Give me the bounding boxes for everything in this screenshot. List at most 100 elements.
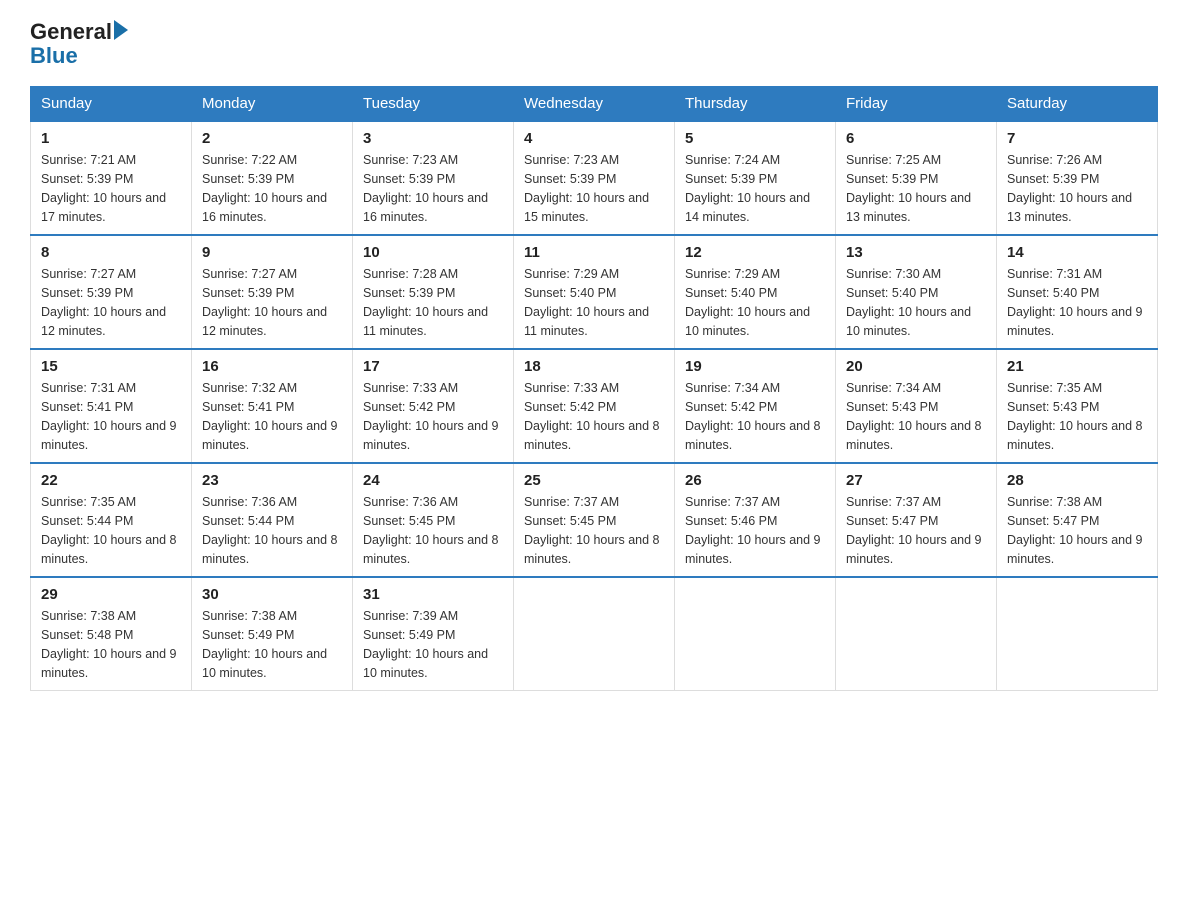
table-row: 6Sunrise: 7:25 AMSunset: 5:39 PMDaylight…: [836, 121, 997, 235]
col-wednesday: Wednesday: [514, 87, 675, 122]
table-row: 13 Sunrise: 7:30 AMSunset: 5:40 PMDayligh…: [836, 235, 997, 349]
table-row: 8 Sunrise: 7:27 AMSunset: 5:39 PMDaylight…: [31, 235, 192, 349]
day-info: Sunrise: 7:27 AMSunset: 5:39 PMDaylight:…: [41, 265, 181, 340]
day-info: Sunrise: 7:28 AMSunset: 5:39 PMDaylight:…: [363, 265, 503, 340]
day-number: 3: [363, 130, 503, 147]
table-row: 22Sunrise: 7:35 AMSunset: 5:44 PMDayligh…: [31, 463, 192, 577]
day-info: Sunrise: 7:36 AMSunset: 5:45 PMDaylight:…: [363, 493, 503, 568]
table-row: 15 Sunrise: 7:31 AMSunset: 5:41 PMDayligh…: [31, 349, 192, 463]
day-info: Sunrise: 7:38 AMSunset: 5:48 PMDaylight:…: [41, 607, 181, 682]
table-row: 20 Sunrise: 7:34 AMSunset: 5:43 PMDayligh…: [836, 349, 997, 463]
table-row: 4Sunrise: 7:23 AMSunset: 5:39 PMDaylight…: [514, 121, 675, 235]
col-thursday: Thursday: [675, 87, 836, 122]
col-monday: Monday: [192, 87, 353, 122]
day-number: 2: [202, 130, 342, 147]
day-number: 5: [685, 130, 825, 147]
day-number: 24: [363, 472, 503, 489]
logo-triangle-icon: [114, 20, 128, 40]
calendar-week-row: 8 Sunrise: 7:27 AMSunset: 5:39 PMDaylight…: [31, 235, 1158, 349]
day-info: Sunrise: 7:37 AMSunset: 5:46 PMDaylight:…: [685, 493, 825, 568]
day-info: Sunrise: 7:36 AMSunset: 5:44 PMDaylight:…: [202, 493, 342, 568]
table-row: 27 Sunrise: 7:37 AMSunset: 5:47 PMDayligh…: [836, 463, 997, 577]
col-sunday: Sunday: [31, 87, 192, 122]
table-row: 9 Sunrise: 7:27 AMSunset: 5:39 PMDaylight…: [192, 235, 353, 349]
day-info: Sunrise: 7:37 AMSunset: 5:47 PMDaylight:…: [846, 493, 986, 568]
table-row: 5 Sunrise: 7:24 AMSunset: 5:39 PMDaylight…: [675, 121, 836, 235]
day-number: 20: [846, 358, 986, 375]
day-info: Sunrise: 7:21 AMSunset: 5:39 PMDaylight:…: [41, 151, 181, 226]
day-number: 12: [685, 244, 825, 261]
day-number: 18: [524, 358, 664, 375]
calendar-header-row: Sunday Monday Tuesday Wednesday Thursday…: [31, 87, 1158, 122]
table-row: 24 Sunrise: 7:36 AMSunset: 5:45 PMDayligh…: [353, 463, 514, 577]
table-row: 19Sunrise: 7:34 AMSunset: 5:42 PMDayligh…: [675, 349, 836, 463]
day-number: 11: [524, 244, 664, 261]
table-row: 14 Sunrise: 7:31 AMSunset: 5:40 PMDayligh…: [997, 235, 1158, 349]
day-info: Sunrise: 7:30 AMSunset: 5:40 PMDaylight:…: [846, 265, 986, 340]
table-row: 11 Sunrise: 7:29 AMSunset: 5:40 PMDayligh…: [514, 235, 675, 349]
logo-general-text: General: [30, 20, 112, 44]
col-tuesday: Tuesday: [353, 87, 514, 122]
day-number: 10: [363, 244, 503, 261]
day-info: Sunrise: 7:33 AMSunset: 5:42 PMDaylight:…: [524, 379, 664, 454]
day-number: 26: [685, 472, 825, 489]
table-row: 12 Sunrise: 7:29 AMSunset: 5:40 PMDayligh…: [675, 235, 836, 349]
day-info: Sunrise: 7:37 AMSunset: 5:45 PMDaylight:…: [524, 493, 664, 568]
calendar-week-row: 22Sunrise: 7:35 AMSunset: 5:44 PMDayligh…: [31, 463, 1158, 577]
day-number: 21: [1007, 358, 1147, 375]
day-info: Sunrise: 7:31 AMSunset: 5:41 PMDaylight:…: [41, 379, 181, 454]
day-info: Sunrise: 7:35 AMSunset: 5:43 PMDaylight:…: [1007, 379, 1147, 454]
day-number: 15: [41, 358, 181, 375]
calendar-week-row: 1 Sunrise: 7:21 AMSunset: 5:39 PMDaylight…: [31, 121, 1158, 235]
day-number: 16: [202, 358, 342, 375]
day-number: 14: [1007, 244, 1147, 261]
day-info: Sunrise: 7:34 AMSunset: 5:43 PMDaylight:…: [846, 379, 986, 454]
table-row: [514, 577, 675, 691]
table-row: 17 Sunrise: 7:33 AMSunset: 5:42 PMDayligh…: [353, 349, 514, 463]
logo: General Blue: [30, 20, 128, 68]
logo-blue-text: Blue: [30, 43, 78, 68]
day-number: 23: [202, 472, 342, 489]
day-info: Sunrise: 7:33 AMSunset: 5:42 PMDaylight:…: [363, 379, 503, 454]
day-info: Sunrise: 7:27 AMSunset: 5:39 PMDaylight:…: [202, 265, 342, 340]
day-number: 28: [1007, 472, 1147, 489]
day-info: Sunrise: 7:39 AMSunset: 5:49 PMDaylight:…: [363, 607, 503, 682]
table-row: 23 Sunrise: 7:36 AMSunset: 5:44 PMDayligh…: [192, 463, 353, 577]
day-info: Sunrise: 7:34 AMSunset: 5:42 PMDaylight:…: [685, 379, 825, 454]
day-number: 8: [41, 244, 181, 261]
day-number: 6: [846, 130, 986, 147]
day-number: 22: [41, 472, 181, 489]
day-number: 31: [363, 586, 503, 603]
day-info: Sunrise: 7:29 AMSunset: 5:40 PMDaylight:…: [685, 265, 825, 340]
day-number: 25: [524, 472, 664, 489]
table-row: 1 Sunrise: 7:21 AMSunset: 5:39 PMDaylight…: [31, 121, 192, 235]
day-number: 27: [846, 472, 986, 489]
day-number: 30: [202, 586, 342, 603]
day-number: 17: [363, 358, 503, 375]
page-header: General Blue: [30, 20, 1158, 68]
col-saturday: Saturday: [997, 87, 1158, 122]
table-row: 16 Sunrise: 7:32 AMSunset: 5:41 PMDayligh…: [192, 349, 353, 463]
calendar-week-row: 29Sunrise: 7:38 AMSunset: 5:48 PMDayligh…: [31, 577, 1158, 691]
table-row: 7 Sunrise: 7:26 AMSunset: 5:39 PMDaylight…: [997, 121, 1158, 235]
table-row: 25 Sunrise: 7:37 AMSunset: 5:45 PMDayligh…: [514, 463, 675, 577]
day-info: Sunrise: 7:29 AMSunset: 5:40 PMDaylight:…: [524, 265, 664, 340]
table-row: 30 Sunrise: 7:38 AMSunset: 5:49 PMDayligh…: [192, 577, 353, 691]
table-row: 31 Sunrise: 7:39 AMSunset: 5:49 PMDayligh…: [353, 577, 514, 691]
day-info: Sunrise: 7:24 AMSunset: 5:39 PMDaylight:…: [685, 151, 825, 226]
day-info: Sunrise: 7:31 AMSunset: 5:40 PMDaylight:…: [1007, 265, 1147, 340]
day-number: 1: [41, 130, 181, 147]
table-row: 29Sunrise: 7:38 AMSunset: 5:48 PMDayligh…: [31, 577, 192, 691]
day-info: Sunrise: 7:38 AMSunset: 5:49 PMDaylight:…: [202, 607, 342, 682]
day-info: Sunrise: 7:32 AMSunset: 5:41 PMDaylight:…: [202, 379, 342, 454]
day-number: 9: [202, 244, 342, 261]
day-number: 7: [1007, 130, 1147, 147]
calendar-table: Sunday Monday Tuesday Wednesday Thursday…: [30, 86, 1158, 691]
col-friday: Friday: [836, 87, 997, 122]
day-info: Sunrise: 7:26 AMSunset: 5:39 PMDaylight:…: [1007, 151, 1147, 226]
day-number: 13: [846, 244, 986, 261]
table-row: [997, 577, 1158, 691]
table-row: 26 Sunrise: 7:37 AMSunset: 5:46 PMDayligh…: [675, 463, 836, 577]
table-row: 3Sunrise: 7:23 AMSunset: 5:39 PMDaylight…: [353, 121, 514, 235]
day-number: 4: [524, 130, 664, 147]
